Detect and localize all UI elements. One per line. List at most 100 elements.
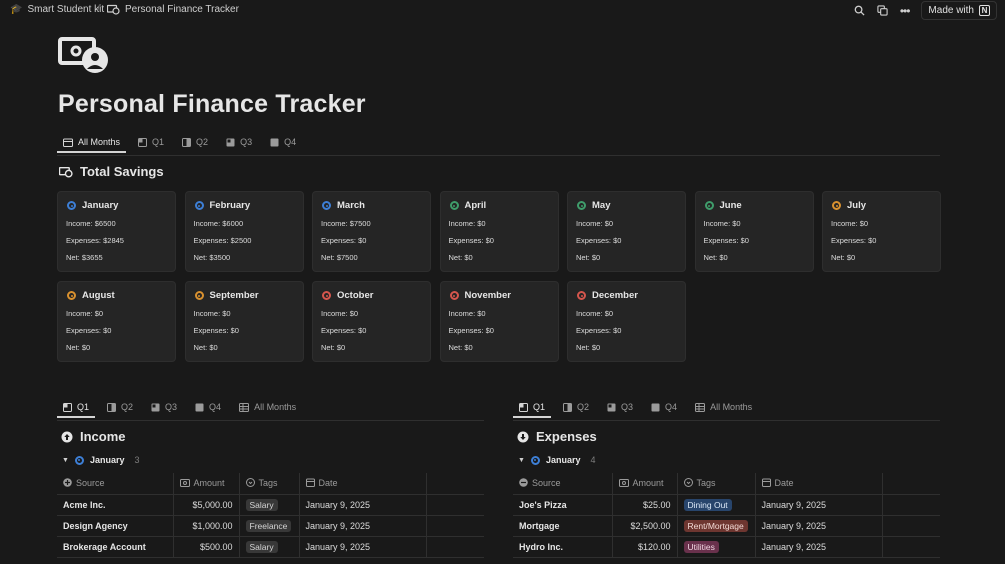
tab-q2[interactable]: Q2	[101, 402, 139, 418]
money-icon[interactable]	[58, 36, 110, 74]
month-card-may[interactable]: May Income: $0 Expenses: $0 Net: $0	[567, 191, 686, 272]
tab-q4[interactable]: Q4	[645, 402, 683, 418]
net-value: Net: $7500	[321, 253, 358, 262]
tab-q3[interactable]: Q3	[220, 137, 258, 153]
view-tabs: All Months Q1 Q2 Q3 Q4	[57, 137, 308, 153]
tab-all-months[interactable]: All Months	[233, 402, 302, 418]
income-group-january[interactable]: ▼ January 3	[62, 455, 139, 465]
month-card-december[interactable]: December Income: $0 Expenses: $0 Net: $0	[567, 281, 686, 362]
amount-cell[interactable]: $2,500.00	[612, 515, 678, 537]
tags-cell[interactable]: Freelance	[239, 515, 300, 537]
amount-cell[interactable]: $120.00	[612, 536, 678, 558]
date-cell[interactable]: January 9, 2025	[299, 494, 427, 516]
net-value: Net: $0	[193, 343, 218, 352]
table-row[interactable]: Joe's Pizza $25.00 Dining Out January 9, 20…	[513, 494, 940, 516]
column-amount[interactable]: Amount	[612, 473, 678, 495]
income-value: Income: $0	[193, 309, 231, 318]
square-quarter-icon	[63, 402, 72, 412]
table-row[interactable]: Mortgage $2,500.00 Rent/Mortgage January 9,…	[513, 515, 940, 537]
date-cell[interactable]: January 9, 2025	[299, 515, 427, 537]
table-row[interactable]: Hydro Inc. $120.00 Utilities January 9, 202…	[513, 536, 940, 558]
tags-cell[interactable]: Salary	[239, 536, 300, 558]
source-cell[interactable]: Design Agency	[57, 515, 174, 537]
search-icon[interactable]	[854, 5, 865, 16]
table-row[interactable]: Acme Inc. $5,000.00 Salary January 9, 2025	[57, 494, 484, 516]
tab-label: All Months	[78, 137, 121, 147]
source-cell[interactable]: Hydro Inc.	[513, 536, 613, 558]
month-card-october[interactable]: October Income: $0 Expenses: $0 Net: $0	[312, 281, 431, 362]
square-three-quarter-icon	[226, 138, 235, 146]
income-heading: Income	[61, 429, 126, 444]
table-row[interactable]: Design Agency $1,000.00 Freelance January 9…	[57, 515, 484, 537]
month-card-june[interactable]: June Income: $0 Expenses: $0 Net: $0	[694, 191, 814, 272]
column-date[interactable]: Date	[299, 473, 427, 495]
tags-cell[interactable]: Utilities	[677, 536, 756, 558]
month-card-august[interactable]: August Income: $0 Expenses: $0 Net: $0	[57, 281, 176, 362]
tab-q2[interactable]: Q2	[176, 137, 214, 153]
tab-label: Q3	[165, 402, 178, 412]
tab-all-months[interactable]: All Months	[689, 402, 758, 418]
column-date[interactable]: Date	[755, 473, 883, 495]
tab-q1[interactable]: Q1	[57, 402, 96, 418]
date-cell[interactable]: January 9, 2025	[755, 515, 883, 537]
source-cell[interactable]: Mortgage	[513, 515, 613, 537]
table-icon	[695, 402, 706, 412]
column-source[interactable]: Source	[57, 473, 174, 495]
month-card-november[interactable]: November Income: $0 Expenses: $0 Net: $0	[439, 281, 559, 362]
made-with-notion-button[interactable]: Made with N	[921, 1, 997, 20]
source-cell[interactable]: Acme Inc.	[57, 494, 174, 516]
net-value: Net: $0	[448, 253, 473, 262]
column-amount[interactable]: Amount	[173, 473, 240, 495]
tab-q4[interactable]: Q4	[264, 137, 302, 153]
breadcrumb-workspace[interactable]: 🎓 Smart Student kit	[10, 4, 104, 15]
source-cell[interactable]: Brokerage Account	[57, 536, 174, 558]
collapse-triangle-icon[interactable]: ▼	[518, 457, 525, 464]
duplicate-icon[interactable]	[877, 5, 888, 16]
month-card-april[interactable]: April Income: $0 Expenses: $0 Net: $0	[439, 191, 559, 272]
tab-q3[interactable]: Q3	[145, 402, 183, 418]
amount-cell[interactable]: $500.00	[173, 536, 240, 558]
amount-cell[interactable]: $1,000.00	[173, 515, 240, 537]
status-dot-icon	[322, 291, 331, 300]
breadcrumb-page[interactable]: Personal Finance Tracker	[107, 4, 239, 15]
column-label: Source	[76, 477, 105, 488]
column-source[interactable]: Source	[513, 473, 613, 495]
expenses-title: Expenses	[536, 429, 597, 444]
date-cell[interactable]: January 9, 2025	[755, 494, 883, 516]
tags-cell[interactable]: Rent/Mortgage	[677, 515, 756, 537]
month-card-september[interactable]: September Income: $0 Expenses: $0 Net: $0	[184, 281, 304, 362]
amount-cell[interactable]: $5,000.00	[173, 494, 240, 516]
tab-all-months[interactable]: All Months	[57, 137, 127, 153]
tab-q2[interactable]: Q2	[557, 402, 595, 418]
date-cell[interactable]: January 9, 2025	[755, 536, 883, 558]
source-cell[interactable]: Joe's Pizza	[513, 494, 613, 516]
date-cell[interactable]: January 9, 2025	[299, 536, 427, 558]
month-card-january[interactable]: January Income: $6500 Expenses: $2845 Net: …	[57, 191, 176, 272]
tab-q1[interactable]: Q1	[513, 402, 552, 418]
tab-q4[interactable]: Q4	[189, 402, 227, 418]
income-value: Income: $7500	[321, 219, 371, 228]
collapse-triangle-icon[interactable]: ▼	[62, 457, 69, 464]
top-bar: 🎓 Smart Student kit / Personal Finance T…	[0, 0, 1005, 22]
column-tags[interactable]: Tags	[239, 473, 300, 495]
month-card-february[interactable]: February Income: $6000 Expenses: $2500 Net:…	[184, 191, 304, 272]
income-value: Income: $0	[576, 309, 614, 318]
money-icon	[179, 478, 190, 487]
expenses-value: Expenses: $0	[321, 326, 367, 335]
month-card-march[interactable]: March Income: $7500 Expenses: $0 Net: $7500	[312, 191, 431, 272]
more-options-icon[interactable]: •••	[900, 4, 911, 18]
column-extra	[882, 473, 940, 495]
tags-cell[interactable]: Salary	[239, 494, 300, 516]
tab-q3[interactable]: Q3	[601, 402, 639, 418]
tab-label: Q4	[209, 402, 222, 412]
empty-cell	[882, 494, 940, 516]
month-card-july[interactable]: July Income: $0 Expenses: $0 Net: $0	[822, 191, 941, 272]
expenses-value: Expenses: $0	[576, 326, 622, 335]
tags-cell[interactable]: Dining Out	[677, 494, 756, 516]
expenses-group-january[interactable]: ▼ January 4	[518, 455, 595, 465]
table-row[interactable]: Brokerage Account $500.00 Salary January 9,…	[57, 536, 484, 558]
tab-label: Q4	[284, 137, 297, 147]
amount-cell[interactable]: $25.00	[612, 494, 678, 516]
tab-q1[interactable]: Q1	[132, 137, 170, 153]
column-tags[interactable]: Tags	[677, 473, 756, 495]
